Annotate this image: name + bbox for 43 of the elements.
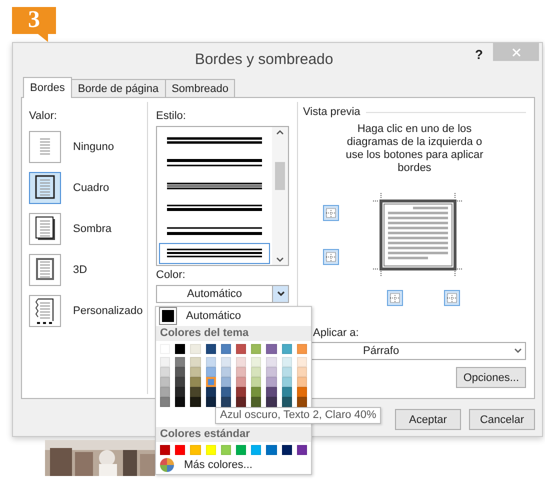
top-border-button[interactable] bbox=[323, 205, 339, 221]
style-label: Estilo: bbox=[156, 110, 187, 122]
preset-label: Cuadro bbox=[73, 182, 110, 194]
bottom-border-button[interactable] bbox=[323, 249, 339, 265]
close-button[interactable] bbox=[493, 43, 539, 61]
scrollbar[interactable] bbox=[272, 127, 288, 265]
chevron-up-icon bbox=[276, 129, 284, 135]
standard-colors-header: Colores estándar bbox=[156, 427, 311, 442]
apply-to-label: Aplicar a: bbox=[313, 327, 360, 339]
color-swatch[interactable] bbox=[206, 377, 216, 387]
help-button[interactable]: ? bbox=[475, 43, 493, 62]
preset-button[interactable] bbox=[29, 172, 61, 204]
scrollbar-thumb[interactable] bbox=[275, 162, 285, 190]
color-label: Color: bbox=[156, 269, 186, 281]
preset-label: Ninguno bbox=[73, 141, 114, 153]
preset-label: 3D bbox=[73, 264, 88, 276]
preview-label: Vista previa bbox=[303, 106, 360, 118]
tab[interactable]: Bordes bbox=[23, 77, 72, 98]
left-border-button[interactable] bbox=[387, 290, 403, 306]
dialog-button[interactable]: Aceptar bbox=[395, 409, 461, 430]
tooltip: Azul oscuro, Texto 2, Claro 40% bbox=[215, 407, 382, 424]
tab[interactable]: Sombreado bbox=[164, 79, 236, 98]
color-dropdown[interactable]: Automático bbox=[156, 285, 289, 303]
window-title: Bordes y sombreado bbox=[194, 50, 334, 68]
style-option[interactable] bbox=[159, 242, 270, 264]
color-wheel-icon bbox=[160, 458, 174, 472]
preview-instructions: Haga clic en uno de los diagramas de la izquierda o use los botones para aplicar bordes bbox=[344, 122, 484, 175]
more-colors-option[interactable]: Más colores... bbox=[156, 455, 311, 474]
right-border-button[interactable] bbox=[444, 290, 460, 306]
chevron-down-icon bbox=[276, 291, 284, 297]
close-icon bbox=[512, 48, 520, 56]
valor-label: Valor: bbox=[29, 110, 58, 122]
dialog-button[interactable]: Cancelar bbox=[469, 409, 535, 430]
options-button[interactable]: Opciones... bbox=[456, 367, 526, 388]
step-badge: 3 bbox=[12, 7, 56, 42]
preset-label: Personalizado bbox=[73, 305, 143, 317]
chevron-down-icon bbox=[276, 257, 284, 263]
theme-colors-header: Colores del tema bbox=[156, 326, 311, 341]
preset-button[interactable] bbox=[29, 213, 61, 245]
tab[interactable]: Borde de página bbox=[70, 79, 166, 98]
preset-button[interactable] bbox=[29, 295, 61, 327]
preset-label: Sombra bbox=[73, 223, 112, 235]
automatic-color-option[interactable]: Automático bbox=[156, 307, 311, 325]
